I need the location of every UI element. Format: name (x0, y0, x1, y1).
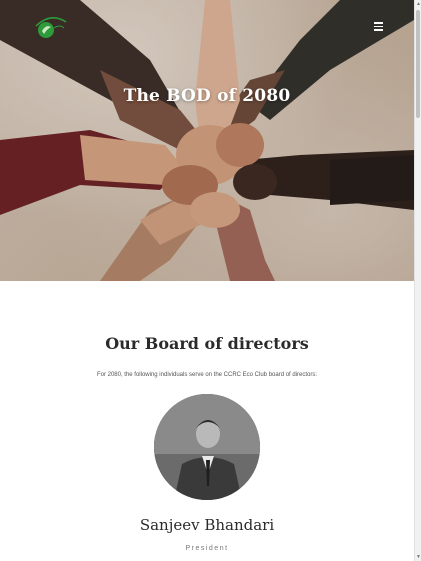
board-section-title: Our Board of directors (105, 334, 309, 353)
hands-together-photo (0, 0, 414, 281)
hero-title: The BOD of 2080 (123, 86, 291, 106)
scrollbar-thumb[interactable] (416, 10, 420, 118)
member-role: President (185, 545, 229, 552)
scroll-up-arrow-icon[interactable]: ▲ (416, 1, 421, 7)
page-scrollbar[interactable]: ▲ ▼ (414, 0, 421, 561)
hamburger-menu-icon[interactable] (374, 22, 386, 34)
member-name: Sanjeev Bhandari (139, 516, 275, 534)
scroll-down-arrow-icon[interactable]: ▼ (416, 554, 421, 560)
page: The BOD of 2080 Our Board of directors F… (0, 0, 414, 561)
hero-banner: The BOD of 2080 (0, 0, 414, 281)
board-intro-text: For 2080, the following individuals serv… (96, 372, 318, 378)
eco-club-logo-icon[interactable] (34, 14, 68, 40)
member-portrait-photo (154, 394, 260, 500)
